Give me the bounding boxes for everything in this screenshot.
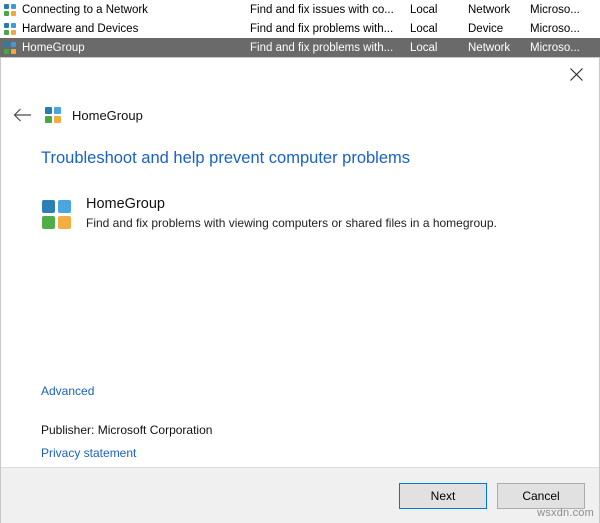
troubleshooter-summary-text: HomeGroup Find and fix problems with vie…	[86, 196, 497, 230]
row-description-cell: Find and fix problems with...	[250, 22, 394, 35]
row-location-cell: Local	[410, 22, 438, 35]
close-icon	[569, 67, 583, 81]
dialog-content: Troubleshoot and help prevent computer p…	[1, 132, 599, 230]
cancel-button[interactable]: Cancel	[497, 482, 585, 509]
back-arrow-icon	[13, 108, 31, 122]
homegroup-icon	[4, 41, 17, 54]
row-name-cell: Hardware and Devices	[4, 22, 250, 35]
row-description-cell: Find and fix issues with co...	[250, 3, 394, 16]
row-name-cell: Connecting to a Network	[4, 3, 250, 16]
dialog-title: HomeGroup	[45, 106, 143, 124]
row-category-cell: Device	[468, 22, 504, 35]
table-row[interactable]: Hardware and Devices Find and fix proble…	[0, 19, 600, 38]
row-name-text: HomeGroup	[22, 41, 85, 54]
row-publisher-cell: Microso...	[530, 41, 580, 54]
dialog-footer: Next Cancel	[1, 467, 599, 523]
homegroup-icon	[41, 198, 73, 230]
advanced-link[interactable]: Advanced	[41, 384, 94, 398]
row-location-cell: Local	[410, 41, 438, 54]
row-name-cell: HomeGroup	[4, 41, 250, 54]
publisher-label: Publisher:	[41, 423, 95, 437]
row-publisher-cell: Microso...	[530, 3, 580, 16]
page-title: Troubleshoot and help prevent computer p…	[41, 149, 411, 167]
troubleshooter-description: Find and fix problems with viewing compu…	[86, 216, 497, 230]
row-name-text: Connecting to a Network	[22, 3, 148, 16]
troubleshooter-dialog: HomeGroup Troubleshoot and help prevent …	[0, 57, 600, 523]
row-location-cell: Local	[410, 3, 438, 16]
row-description-cell: Find and fix problems with...	[250, 41, 394, 54]
hardware-devices-icon	[4, 22, 17, 35]
publisher-row: Publisher: Microsoft Corporation	[41, 423, 212, 437]
next-button[interactable]: Next	[399, 482, 487, 509]
row-category-cell: Network	[468, 41, 511, 54]
dialog-title-text: HomeGroup	[72, 107, 143, 123]
table-row[interactable]: Connecting to a Network Find and fix iss…	[0, 0, 600, 19]
homegroup-icon	[4, 3, 17, 16]
homegroup-icon	[45, 106, 63, 124]
table-row-selected[interactable]: HomeGroup Find and fix problems with... …	[0, 38, 600, 57]
row-name-text: Hardware and Devices	[22, 22, 139, 35]
troubleshooter-name: HomeGroup	[86, 196, 165, 212]
publisher-value: Microsoft Corporation	[97, 423, 213, 437]
troubleshooter-summary: HomeGroup Find and fix problems with vie…	[41, 196, 559, 230]
privacy-statement-link[interactable]: Privacy statement	[41, 446, 136, 460]
close-button[interactable]	[553, 58, 599, 90]
watermark: wsxdn.com	[537, 507, 594, 519]
row-publisher-cell: Microso...	[530, 22, 580, 35]
dialog-navbar: HomeGroup	[1, 98, 599, 132]
troubleshooter-list[interactable]: Connecting to a Network Find and fix iss…	[0, 0, 600, 60]
row-category-cell: Network	[468, 3, 511, 16]
dialog-titlebar	[1, 58, 599, 98]
back-button[interactable]	[11, 103, 35, 127]
